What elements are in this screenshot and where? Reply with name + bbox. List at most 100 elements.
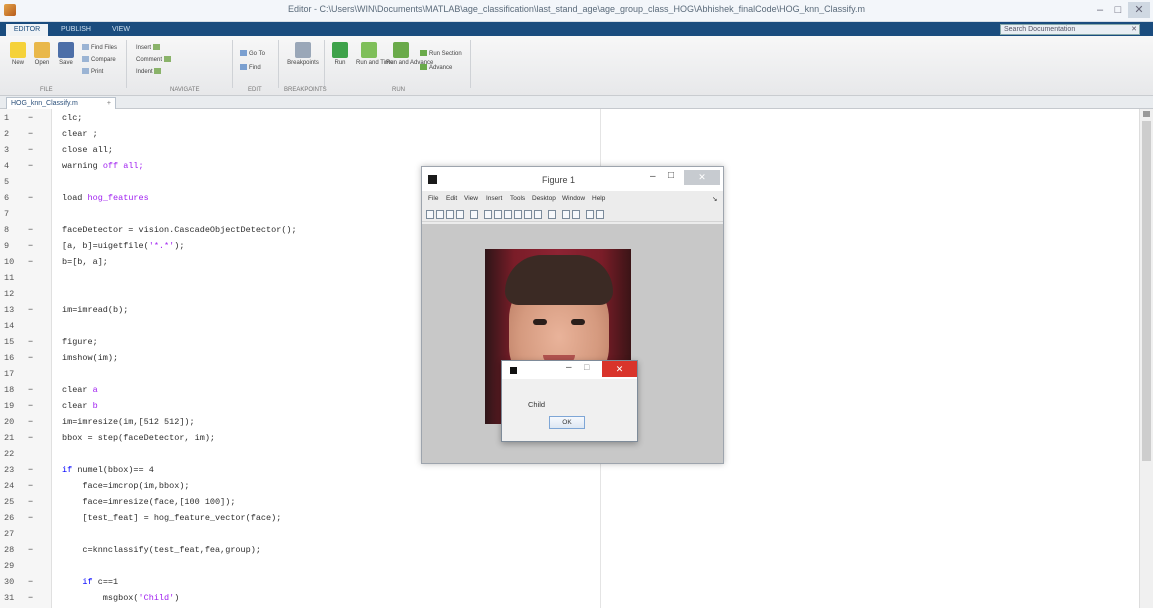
open-button[interactable]: Open bbox=[32, 42, 52, 66]
breakpoint-dash[interactable]: − bbox=[28, 431, 33, 445]
zoom-in-icon[interactable] bbox=[484, 210, 492, 219]
save-figure-icon[interactable] bbox=[446, 210, 454, 219]
new-button[interactable]: New bbox=[8, 42, 28, 66]
message-box-close-button[interactable]: ✕ bbox=[602, 361, 637, 377]
tab-editor[interactable]: EDITOR bbox=[6, 24, 48, 36]
run-button[interactable]: Run bbox=[330, 42, 350, 66]
breakpoint-dash[interactable]: − bbox=[28, 495, 33, 509]
zoom-out-icon[interactable] bbox=[494, 210, 502, 219]
compare-button[interactable]: Compare bbox=[82, 56, 116, 64]
breakpoint-dash[interactable]: − bbox=[28, 159, 33, 173]
tab-publish[interactable]: PUBLISH bbox=[54, 24, 98, 36]
link-plot-icon[interactable] bbox=[548, 210, 556, 219]
minimize-button[interactable]: – bbox=[1092, 2, 1108, 18]
message-box-dialog[interactable]: – □ ✕ Child OK bbox=[501, 360, 638, 442]
code-line[interactable]: 28 − c=knnclassify(test_feat,fea,group); bbox=[0, 543, 600, 557]
insert-button[interactable]: Insert bbox=[136, 44, 162, 52]
pan-icon[interactable] bbox=[504, 210, 512, 219]
new-figure-icon[interactable] bbox=[426, 210, 434, 219]
figure-close-button[interactable]: ✕ bbox=[684, 170, 720, 185]
menu-window[interactable]: Window bbox=[562, 195, 585, 202]
scrollbar-thumb[interactable] bbox=[1142, 121, 1151, 461]
breakpoint-dash[interactable]: − bbox=[28, 303, 33, 317]
code-line[interactable]: 29 bbox=[0, 559, 600, 573]
breakpoint-dash[interactable]: − bbox=[28, 591, 33, 605]
legend-icon[interactable] bbox=[572, 210, 580, 219]
breakpoint-dash[interactable]: − bbox=[28, 351, 33, 365]
print-figure-icon[interactable] bbox=[456, 210, 464, 219]
menu-view[interactable]: View bbox=[464, 195, 478, 202]
breakpoints-button[interactable]: Breakpoints bbox=[286, 42, 320, 66]
breakpoint-dash[interactable]: − bbox=[28, 127, 33, 141]
breakpoint-dash[interactable]: − bbox=[28, 239, 33, 253]
code-line[interactable]: 25 − face=imresize(face,[100 100]); bbox=[0, 495, 600, 509]
code-text: c=knnclassify(test_feat,fea,group); bbox=[62, 545, 261, 555]
search-close-icon[interactable]: ✕ bbox=[1131, 25, 1137, 35]
breakpoint-dash[interactable]: − bbox=[28, 335, 33, 349]
breakpoint-dash[interactable]: − bbox=[28, 415, 33, 429]
print-button[interactable]: Print bbox=[82, 68, 103, 76]
code-line[interactable]: 2 − clear ; bbox=[0, 127, 600, 141]
breakpoint-dash[interactable]: − bbox=[28, 463, 33, 477]
code-text: warning off all; bbox=[62, 159, 144, 173]
menu-edit[interactable]: Edit bbox=[446, 195, 457, 202]
menu-desktop[interactable]: Desktop bbox=[532, 195, 556, 202]
open-file-icon[interactable] bbox=[436, 210, 444, 219]
comment-button[interactable]: Comment bbox=[136, 56, 173, 64]
find-files-button[interactable]: Find Files bbox=[82, 44, 117, 52]
ok-button[interactable]: OK bbox=[549, 416, 585, 429]
code-line[interactable]: 3 − close all; bbox=[0, 143, 600, 157]
vertical-scrollbar[interactable] bbox=[1139, 109, 1153, 608]
breakpoint-dash[interactable]: − bbox=[28, 255, 33, 269]
go-to-button[interactable]: Go To bbox=[240, 50, 265, 58]
show-plot-tools-icon[interactable] bbox=[596, 210, 604, 219]
close-button[interactable]: ✕ bbox=[1128, 2, 1150, 18]
code-line[interactable]: 24 − face=imcrop(im,bbox); bbox=[0, 479, 600, 493]
brush-icon[interactable] bbox=[534, 210, 542, 219]
code-line[interactable]: 31 − msgbox('Child') bbox=[0, 591, 600, 605]
menu-file[interactable]: File bbox=[428, 195, 438, 202]
edit-plot-icon[interactable] bbox=[470, 210, 478, 219]
breakpoint-dash[interactable]: − bbox=[28, 223, 33, 237]
breakpoint-dash[interactable]: − bbox=[28, 191, 33, 205]
run-section-button[interactable]: Run Section bbox=[420, 50, 462, 58]
hide-plot-tools-icon[interactable] bbox=[586, 210, 594, 219]
code-line[interactable]: 30 − if c==1 bbox=[0, 575, 600, 589]
advance-button[interactable]: Advance bbox=[420, 64, 452, 72]
menu-tools[interactable]: Tools bbox=[510, 195, 525, 202]
new-tab-icon[interactable]: + bbox=[107, 98, 111, 109]
breakpoint-dash[interactable]: − bbox=[28, 575, 33, 589]
message-box-minimize-button[interactable]: – bbox=[566, 362, 572, 373]
colorbar-icon[interactable] bbox=[562, 210, 570, 219]
breakpoint-dash[interactable]: − bbox=[28, 383, 33, 397]
rotate-3d-icon[interactable] bbox=[514, 210, 522, 219]
save-button[interactable]: Save bbox=[56, 42, 76, 66]
find-button[interactable]: Find bbox=[240, 64, 261, 72]
menu-help[interactable]: Help bbox=[592, 195, 605, 202]
breakpoint-dash[interactable]: − bbox=[28, 479, 33, 493]
breakpoint-dash[interactable]: − bbox=[28, 111, 33, 125]
menu-arrow-icon[interactable]: ↘ bbox=[712, 195, 717, 203]
search-documentation-input[interactable]: Search Documentation ✕ bbox=[1000, 24, 1140, 35]
indent-button[interactable]: Indent bbox=[136, 68, 163, 76]
code-line[interactable]: 26 − [test_feat] = hog_feature_vector(fac… bbox=[0, 511, 600, 525]
figure-toolbar bbox=[422, 208, 723, 222]
maximize-button[interactable]: □ bbox=[1110, 2, 1126, 18]
file-tab-hog-knn-classify[interactable]: HOG_knn_Classify.m + bbox=[6, 97, 116, 109]
code-text: im=imread(b); bbox=[62, 305, 129, 315]
breakpoint-dash[interactable]: − bbox=[28, 399, 33, 413]
data-cursor-icon[interactable] bbox=[524, 210, 532, 219]
tab-view[interactable]: VIEW bbox=[104, 24, 138, 36]
code-line[interactable]: 23 − if numel(bbox)== 4 bbox=[0, 463, 600, 477]
message-box-maximize-button[interactable]: □ bbox=[584, 362, 589, 372]
menu-insert[interactable]: Insert bbox=[486, 195, 502, 202]
breakpoint-dash[interactable]: − bbox=[28, 511, 33, 525]
breakpoint-dash[interactable]: − bbox=[28, 543, 33, 557]
figure-minimize-button[interactable]: – bbox=[650, 171, 656, 182]
breakpoint-dash[interactable]: − bbox=[28, 143, 33, 157]
code-line[interactable]: 27 bbox=[0, 527, 600, 541]
run-and-time-button[interactable]: Run and Time bbox=[356, 42, 393, 66]
run-and-advance-button[interactable]: Run and Advance bbox=[386, 42, 433, 66]
code-line[interactable]: 1 − clc; bbox=[0, 111, 600, 125]
figure-maximize-button[interactable]: □ bbox=[668, 170, 674, 181]
